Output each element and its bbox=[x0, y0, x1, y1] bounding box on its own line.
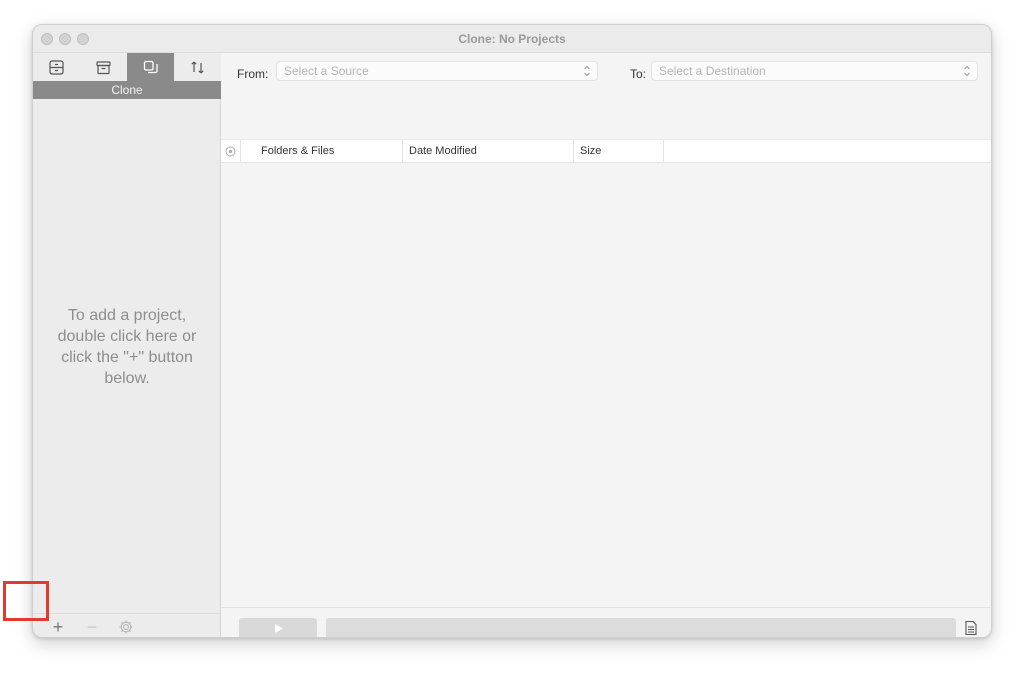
destination-select-placeholder: Select a Destination bbox=[659, 64, 766, 78]
active-tab-label: Clone bbox=[33, 81, 221, 99]
action-bar bbox=[221, 607, 991, 637]
drive-icon bbox=[49, 59, 64, 75]
tab-sync[interactable] bbox=[174, 53, 221, 81]
column-header-date-modified[interactable]: Date Modified bbox=[403, 140, 574, 163]
progress-bar bbox=[326, 618, 956, 637]
column-header-size[interactable]: Size bbox=[574, 140, 664, 163]
to-label: To: bbox=[630, 67, 647, 81]
sync-icon bbox=[191, 61, 204, 73]
chevron-updown-icon bbox=[584, 65, 590, 77]
main-panel: From: Select a Source To: Select a Desti… bbox=[221, 53, 991, 637]
title-bar: Clone: No Projects bbox=[33, 25, 991, 53]
from-label: From: bbox=[237, 67, 269, 81]
source-select[interactable]: Select a Source bbox=[276, 61, 598, 81]
project-sidebar[interactable]: Clone To add a project, double click her… bbox=[33, 53, 221, 637]
sort-column-header[interactable] bbox=[221, 140, 241, 163]
chevron-updown-icon bbox=[964, 65, 970, 77]
log-document-icon[interactable] bbox=[963, 620, 979, 636]
empty-projects-hint: To add a project, double click here or c… bbox=[57, 307, 197, 387]
source-select-placeholder: Select a Source bbox=[284, 64, 369, 78]
start-clone-button[interactable] bbox=[239, 618, 317, 637]
add-project-button[interactable]: + bbox=[47, 614, 69, 637]
app-window: Clone: No Projects Clone To add a projec… bbox=[32, 24, 992, 638]
archive-icon bbox=[96, 60, 111, 74]
project-settings-button[interactable] bbox=[115, 614, 137, 637]
file-table-header: Folders & Files Date Modified Size bbox=[221, 139, 991, 163]
file-table-body[interactable] bbox=[221, 163, 991, 607]
clone-icon bbox=[143, 60, 158, 73]
remove-project-button[interactable]: − bbox=[81, 614, 103, 637]
gear-icon bbox=[119, 620, 133, 634]
mode-tabs bbox=[33, 53, 221, 81]
sidebar-footer: + − bbox=[33, 613, 221, 637]
sort-indicator-icon bbox=[225, 146, 236, 157]
tab-archive[interactable] bbox=[80, 53, 127, 81]
play-icon bbox=[274, 624, 283, 633]
tab-clone[interactable] bbox=[127, 53, 174, 81]
window-title: Clone: No Projects bbox=[458, 32, 566, 46]
destination-select[interactable]: Select a Destination bbox=[651, 61, 978, 81]
tab-drive[interactable] bbox=[33, 53, 80, 81]
column-header-folders-files[interactable]: Folders & Files bbox=[241, 140, 403, 163]
